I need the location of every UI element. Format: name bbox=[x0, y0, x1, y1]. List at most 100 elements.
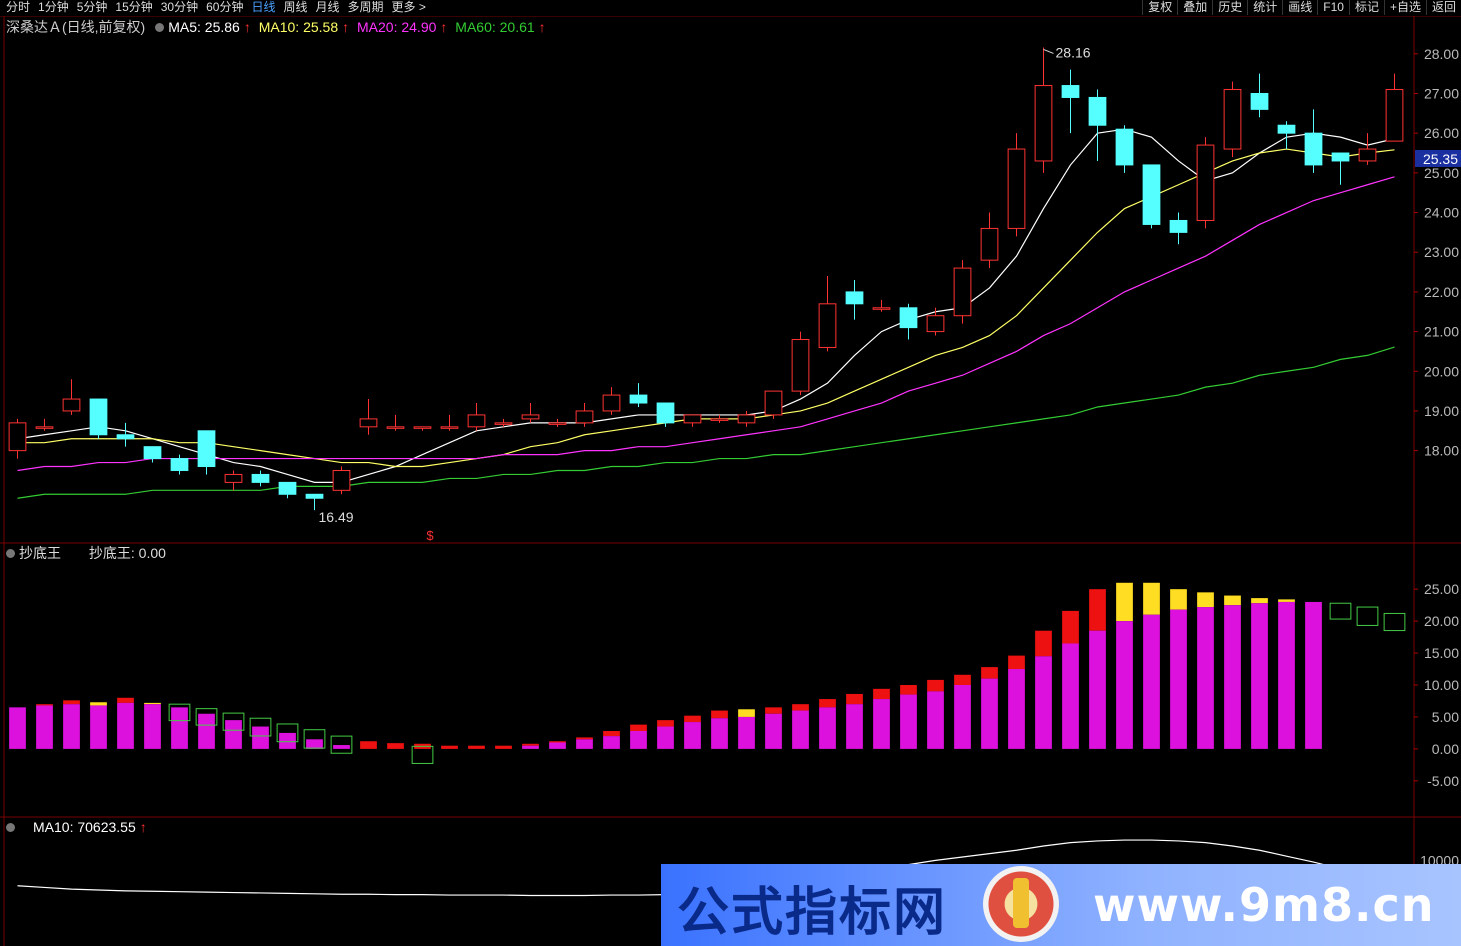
indicator-bar-base bbox=[657, 726, 674, 749]
indicator-bar-base bbox=[954, 685, 971, 749]
stock-chart[interactable]: 28.00 27.00 26.00 25.00 24.00 23.00 22.00 21.00… bbox=[0, 0, 1461, 946]
indicator-bar-base bbox=[1143, 614, 1160, 749]
indicator-hollow-bar bbox=[411, 745, 434, 764]
volume-ma10-label: MA10: 70623.55 bbox=[33, 819, 136, 835]
low-price-label: 16.49 bbox=[319, 509, 354, 525]
candle-body bbox=[899, 307, 918, 329]
candle-body bbox=[278, 481, 297, 495]
candle-body bbox=[1169, 219, 1188, 233]
indicator-bar-base bbox=[63, 704, 80, 749]
indicator-bar-top bbox=[954, 674, 971, 685]
high-price-label: 28.16 bbox=[1056, 44, 1091, 60]
candle-body bbox=[656, 402, 675, 424]
indicator-collapse-icon[interactable] bbox=[6, 548, 15, 558]
indicator-bar-base bbox=[711, 718, 728, 749]
watermark-banner: 公式指标网 www.9m8.cn bbox=[661, 864, 1461, 946]
indicator-bar-top bbox=[900, 685, 917, 695]
indicator-bar-base bbox=[1062, 643, 1079, 749]
indicator-bar-base bbox=[792, 710, 809, 749]
candle-body bbox=[359, 418, 378, 428]
indicator-title: 抄底王 bbox=[19, 545, 61, 561]
main-y-tick-label: 28.00 bbox=[1424, 46, 1459, 62]
indicator-bar-top bbox=[1008, 655, 1025, 670]
ind-y-tick-label: 20.00 bbox=[1424, 613, 1459, 629]
main-y-tick-label: 24.00 bbox=[1424, 205, 1459, 221]
indicator-bar-top bbox=[1224, 595, 1241, 606]
indicator-bar-base bbox=[522, 745, 539, 749]
main-y-tick-label: 27.00 bbox=[1424, 85, 1459, 101]
candle-body bbox=[980, 227, 999, 261]
candle-body bbox=[1277, 124, 1296, 134]
indicator-bar-base bbox=[1224, 605, 1241, 749]
candle-body bbox=[1061, 85, 1080, 98]
candle-body bbox=[440, 426, 459, 429]
candle-body bbox=[197, 430, 216, 468]
candle-body bbox=[143, 446, 162, 460]
ma-line-ma60 bbox=[17, 346, 1395, 499]
main-y-tick-label: 22.00 bbox=[1424, 284, 1459, 300]
candle-body bbox=[1034, 85, 1053, 162]
indicator-bar-base bbox=[1251, 603, 1268, 749]
candle-body bbox=[926, 315, 945, 333]
indicator-bar-base bbox=[549, 742, 566, 749]
ma10-label: MA10: 25.58 bbox=[258, 19, 339, 35]
volume-collapse-icon[interactable] bbox=[6, 822, 15, 832]
indicator-bar-base bbox=[684, 722, 701, 749]
indicator-bar-base bbox=[1278, 601, 1295, 749]
indicator-bar-base bbox=[900, 694, 917, 749]
indicator-hollow-bar bbox=[1329, 602, 1352, 620]
candle-body bbox=[1142, 164, 1161, 225]
ma60-label: MA60: 20.61 bbox=[455, 19, 535, 35]
indicator-bar-top bbox=[873, 688, 890, 700]
indicator-bar-base bbox=[333, 745, 350, 749]
main-y-tick-label: 23.00 bbox=[1424, 244, 1459, 260]
candle-body bbox=[629, 394, 648, 404]
indicator-bar-top bbox=[441, 745, 458, 749]
indicator-bar-base bbox=[1197, 607, 1214, 749]
indicator-bar-base bbox=[1116, 621, 1133, 749]
candle-body bbox=[845, 291, 864, 305]
main-y-tick-label: 20.00 bbox=[1424, 363, 1459, 379]
ind-y-tick-label: 5.00 bbox=[1432, 709, 1459, 725]
candle-body bbox=[548, 422, 567, 425]
candle-body bbox=[467, 414, 486, 428]
indicator-bar-base bbox=[927, 691, 944, 749]
indicator-bar-base bbox=[171, 707, 188, 749]
ma10-up-arrow-icon: ↑ bbox=[342, 19, 350, 35]
main-legend: 深桑达Ａ(日线,前复权) MA5: 25.86 ↑ MA10: 25.58 ↑ MA2… bbox=[0, 18, 550, 36]
main-y-tick-label: 26.00 bbox=[1424, 125, 1459, 141]
indicator-bar-base bbox=[846, 704, 863, 749]
candle-body bbox=[224, 473, 243, 483]
indicator-bar-base bbox=[90, 705, 107, 749]
indicator-bar-base bbox=[1305, 601, 1322, 749]
candle-body bbox=[1331, 152, 1350, 162]
candle-body bbox=[1088, 96, 1107, 126]
indicator-bar-top bbox=[495, 745, 512, 749]
candle-body bbox=[305, 493, 324, 499]
indicator-bar-top bbox=[792, 704, 809, 711]
indicator-bar-top bbox=[765, 707, 782, 714]
candle-body bbox=[1385, 89, 1404, 142]
indicator-bar-top bbox=[1278, 599, 1295, 602]
ma60-up-arrow-icon: ↑ bbox=[538, 19, 546, 35]
indicator-hollow-bar bbox=[1356, 606, 1379, 626]
candle-body bbox=[35, 426, 54, 429]
indicator-bar-base bbox=[117, 702, 134, 749]
indicator-bar-top bbox=[36, 704, 53, 706]
indicator-bar-base bbox=[603, 736, 620, 749]
indicator-value: 抄底王: 0.00 bbox=[88, 545, 166, 561]
candle-body bbox=[1304, 132, 1323, 166]
indicator-bar-base bbox=[576, 739, 593, 749]
main-y-tick-label: 18.00 bbox=[1424, 443, 1459, 459]
indicator-bar-top bbox=[549, 741, 566, 743]
indicator-bar-top bbox=[819, 699, 836, 708]
indicator-bar-base bbox=[1008, 669, 1025, 749]
indicator-bar-base bbox=[9, 707, 26, 749]
indicator-bar-top bbox=[1143, 582, 1160, 615]
candle-body bbox=[521, 414, 540, 420]
indicator-bar-base bbox=[1035, 656, 1052, 749]
indicator-bar-top bbox=[1251, 598, 1268, 604]
collapse-icon[interactable] bbox=[155, 22, 165, 32]
indicator-bar-top bbox=[360, 741, 377, 749]
indicator-bar-top bbox=[1062, 610, 1079, 644]
